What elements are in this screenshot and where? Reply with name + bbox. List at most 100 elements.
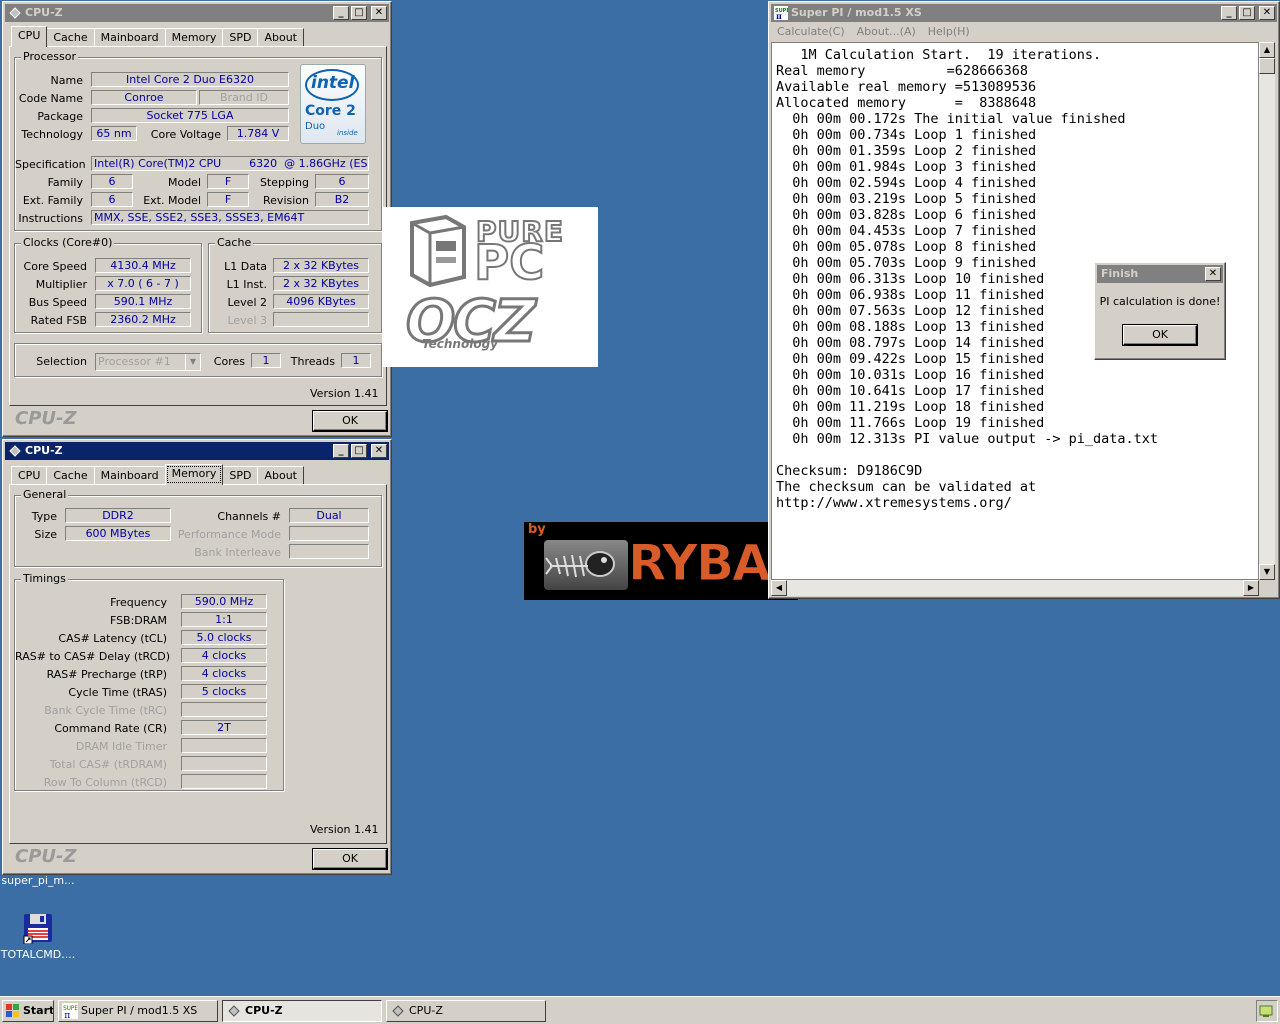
- close-button[interactable]: ✕: [371, 444, 387, 458]
- output-line: 0h 00m 01.359s Loop 2 finished: [776, 143, 1037, 159]
- command-rate-label: Command Rate (CR): [54, 722, 167, 735]
- clocks-group: Clocks (Core#0) Core Speed 4130.4 MHz Mu…: [14, 236, 202, 333]
- desktop-icon-superpi[interactable]: super_pi_m...: [0, 874, 76, 887]
- horizontal-scrollbar[interactable]: ◀ ▶: [771, 580, 1259, 596]
- cpuz-app-icon: [9, 445, 21, 457]
- minimize-button[interactable]: _: [333, 444, 349, 458]
- close-button[interactable]: ✕: [1259, 6, 1275, 20]
- cas-latency-value: 5.0 clocks: [181, 630, 267, 645]
- maximize-button[interactable]: □: [351, 6, 367, 20]
- scroll-left-button[interactable]: ◀: [771, 580, 787, 596]
- ryba-by-text: by: [528, 522, 546, 537]
- window-title: CPU-Z: [25, 444, 63, 457]
- menu-help[interactable]: Help(H): [928, 25, 970, 38]
- tab-cache[interactable]: Cache: [46, 466, 95, 484]
- start-label: Start: [23, 1004, 54, 1017]
- close-button[interactable]: ✕: [1205, 267, 1221, 281]
- purepc-bottom-text: PC: [473, 234, 545, 292]
- general-group: General Type DDR2 Size 600 MBytes Channe…: [14, 488, 382, 567]
- level2-label: Level 2: [227, 296, 267, 309]
- taskbar-item-superpi[interactable]: SUPERπ Super PI / mod1.5 XS: [58, 1000, 218, 1022]
- tab-mainboard[interactable]: Mainboard: [93, 28, 166, 46]
- scroll-up-button[interactable]: ▲: [1259, 42, 1275, 58]
- superpi-titlebar[interactable]: SUPERπ Super PI / mod1.5 XS _ □ ✕: [771, 4, 1277, 22]
- multiplier-label: Multiplier: [35, 278, 87, 291]
- package-label: Package: [37, 110, 83, 123]
- menu-about[interactable]: About...(A): [857, 25, 916, 38]
- scroll-thumb[interactable]: [1259, 58, 1275, 74]
- ok-button[interactable]: OK: [312, 410, 388, 432]
- l1-data-value: 2 x 32 KBytes: [273, 258, 369, 273]
- taskbar-item-cpuz[interactable]: CPU-Z: [386, 1000, 546, 1022]
- finish-ok-button[interactable]: OK: [1122, 324, 1198, 346]
- taskbar-item-cpuz-active[interactable]: CPU-Z: [222, 1000, 382, 1022]
- tab-cpu[interactable]: CPU: [11, 26, 48, 47]
- channels-label: Channels #: [217, 510, 281, 523]
- brand-id-label: Brand ID: [199, 90, 289, 105]
- minimize-button[interactable]: _: [333, 6, 349, 20]
- minimize-button[interactable]: _: [1221, 6, 1237, 20]
- trc-label: Bank Cycle Time (tRC): [44, 704, 167, 717]
- performance-mode-value: [289, 526, 369, 541]
- menu-calculate[interactable]: Calculate(C): [777, 25, 845, 38]
- cpuz-brand-text: CPU-Z: [15, 408, 77, 429]
- instructions-value: MMX, SSE, SSE2, SSE3, SSSE3, EM64T: [91, 210, 369, 225]
- tab-mainboard[interactable]: Mainboard: [93, 466, 166, 484]
- output-line: 0h 00m 04.453s Loop 7 finished: [776, 223, 1037, 239]
- tab-spd[interactable]: SPD: [222, 466, 259, 484]
- tab-memory[interactable]: Memory: [164, 464, 224, 485]
- vertical-scrollbar[interactable]: ▲ ▼: [1259, 42, 1275, 580]
- tab-about[interactable]: About: [257, 466, 304, 484]
- level3-value: [273, 312, 369, 327]
- processor-select[interactable]: Processor #1 ▼: [95, 353, 201, 371]
- revision-value: B2: [315, 192, 369, 207]
- close-button[interactable]: ✕: [371, 6, 387, 20]
- desktop-icon-totalcmd[interactable]: TOTALCMD....: [0, 910, 76, 961]
- ok-button[interactable]: OK: [312, 848, 388, 870]
- system-tray: [1256, 1000, 1278, 1022]
- finish-titlebar[interactable]: Finish ✕: [1097, 265, 1223, 283]
- superpi-app-icon: SUPERπ: [62, 1003, 78, 1019]
- scroll-right-button[interactable]: ▶: [1243, 580, 1259, 596]
- total-cas-value: [181, 756, 267, 771]
- taskbar-item-label: Super PI / mod1.5 XS: [81, 1004, 198, 1017]
- tab-cpu[interactable]: CPU: [11, 466, 48, 484]
- fish-skeleton-icon: [545, 551, 615, 578]
- ext-model-label: Ext. Model: [143, 194, 201, 207]
- tab-cache[interactable]: Cache: [46, 28, 95, 46]
- l1-inst-label: L1 Inst.: [226, 278, 267, 291]
- package-value: Socket 775 LGA: [91, 108, 289, 123]
- tab-strip: CPU Cache Mainboard Memory SPD About: [11, 26, 304, 47]
- family-label: Family: [47, 176, 83, 189]
- taskbar-item-label: CPU-Z: [245, 1004, 283, 1017]
- output-line: Available real memory =513089536: [776, 79, 1037, 95]
- stepping-value: 6: [315, 174, 369, 189]
- ocz-technology-text: Technology: [422, 337, 498, 351]
- technology-label: Technology: [21, 128, 83, 141]
- tray-network-icon[interactable]: [1259, 1003, 1275, 1019]
- bank-interleave-value: [289, 544, 369, 559]
- output-line: Real memory =628666368: [776, 63, 1028, 79]
- core-speed-value: 4130.4 MHz: [95, 258, 191, 273]
- window-title: Super PI / mod1.5 XS: [791, 6, 922, 19]
- start-button[interactable]: Start: [2, 1000, 54, 1022]
- tab-spd[interactable]: SPD: [222, 28, 259, 46]
- cpuz-titlebar[interactable]: CPU-Z _ □ ✕: [5, 442, 389, 460]
- output-line: 1M Calculation Start. 19 iterations.: [776, 47, 1102, 63]
- maximize-button[interactable]: □: [1239, 6, 1255, 20]
- tab-memory[interactable]: Memory: [164, 28, 224, 46]
- performance-mode-label: Performance Mode: [177, 528, 281, 541]
- family-value: 6: [91, 174, 133, 189]
- type-label: Type: [31, 510, 57, 523]
- tab-panel: General Type DDR2 Size 600 MBytes Channe…: [9, 484, 387, 844]
- finish-dialog: Finish ✕ PI calculation is done! OK: [1094, 262, 1226, 360]
- core-voltage-label: Core Voltage: [150, 128, 221, 141]
- output-line: 0h 00m 05.078s Loop 8 finished: [776, 239, 1037, 255]
- group-label: Processor: [21, 50, 78, 63]
- scroll-down-button[interactable]: ▼: [1259, 564, 1275, 580]
- tab-about[interactable]: About: [257, 28, 304, 46]
- maximize-button[interactable]: □: [351, 444, 367, 458]
- cpuz-titlebar[interactable]: CPU-Z _ □ ✕: [5, 4, 389, 22]
- fsb-dram-label: FSB:DRAM: [109, 614, 167, 627]
- intel-core2-logo: intel Core 2 Duo inside: [300, 64, 366, 144]
